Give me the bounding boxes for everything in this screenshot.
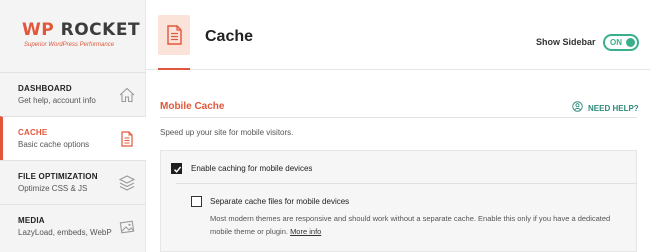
checkmark-icon [173,166,182,173]
more-info-link[interactable]: More info [290,227,321,236]
toggle-state-label: ON [610,38,622,47]
toggle-knob [626,38,635,47]
section-description: Speed up your site for mobile visitors. [160,128,294,137]
sidebar-item-subtitle: Get help, account info [18,96,96,105]
layers-icon [118,175,136,191]
sidebar-item-subtitle: LazyLoad, embeds, WebP [18,228,112,237]
options-divider [176,183,637,184]
separate-mobile-cache-description: Most modern themes are responsive and sh… [210,213,620,238]
logo-tagline: Superior WordPress Performance [24,42,115,48]
image-icon [119,220,135,234]
sidebar-item-title: CACHE [18,128,48,137]
sidebar-item-cache[interactable]: CACHE Basic cache options [0,116,146,160]
wp-rocket-logo[interactable]: WP ROCKET Superior WordPress Performance [0,0,146,72]
page-title: Cache [205,28,254,45]
sidebar-item-title: MEDIA [18,216,45,225]
show-sidebar-toggle[interactable]: ON [603,34,639,51]
description-text: Most modern themes are responsive and sh… [210,214,611,236]
home-icon [119,87,135,103]
sidebar-item-file-optimization[interactable]: FILE OPTIMIZATION Optimize CSS & JS [0,160,146,204]
cache-section-icon-badge [158,15,190,55]
section-title: Mobile Cache [160,101,225,112]
enable-mobile-cache-checkbox[interactable] [171,163,182,174]
sidebar-item-title: FILE OPTIMIZATION [18,172,98,181]
sidebar: WP ROCKET Superior WordPress Performance… [0,0,146,252]
show-sidebar-label: Show Sidebar [536,37,596,47]
section-divider [160,117,637,118]
sidebar-item-media[interactable]: MEDIA LazyLoad, embeds, WebP [0,204,146,248]
sidebar-item-subtitle: Basic cache options [18,140,90,149]
page-header: Cache Show Sidebar ON [146,0,650,70]
enable-mobile-cache-label[interactable]: Enable caching for mobile devices [191,164,312,173]
document-icon [167,25,182,45]
separate-mobile-cache-label[interactable]: Separate cache files for mobile devices [210,197,349,206]
document-icon [121,131,133,147]
separate-mobile-cache-checkbox[interactable] [191,196,202,207]
need-help-link[interactable]: NEED HELP? [588,104,639,113]
sidebar-item-subtitle: Optimize CSS & JS [18,184,88,193]
logo-wordmark: WP ROCKET [22,20,141,40]
active-section-underline [158,68,190,70]
sidebar-item-title: DASHBOARD [18,84,72,93]
sidebar-item-dashboard[interactable]: DASHBOARD Get help, account info [0,72,146,116]
help-person-icon[interactable] [572,101,583,112]
